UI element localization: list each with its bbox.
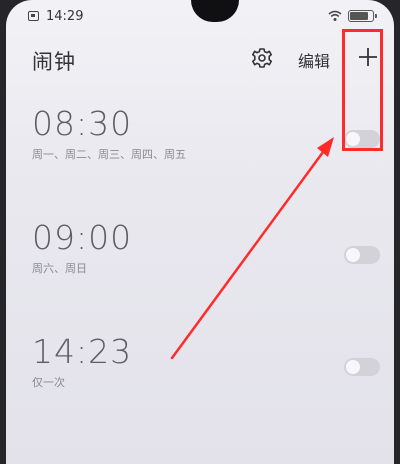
battery-icon — [348, 10, 377, 22]
add-alarm-button[interactable] — [350, 38, 386, 74]
toggle-knob — [346, 248, 360, 262]
alarm-repeat: 周一、周二、周三、周四、周五 — [32, 148, 186, 161]
battery-fill — [350, 12, 369, 20]
toggle-knob — [346, 360, 360, 374]
alarm-item[interactable]: 14:23 仅一次 — [32, 332, 372, 390]
alarm-repeat: 仅一次 — [32, 376, 65, 389]
alarm-toggle[interactable] — [344, 130, 380, 148]
settings-button[interactable] — [250, 46, 274, 70]
alarm-repeat: 周六、周日 — [32, 262, 87, 275]
alarm-time: 14:23 — [32, 332, 133, 371]
gear-icon — [252, 48, 272, 68]
alarm-toggle[interactable] — [344, 358, 380, 376]
page-title: 闹钟 — [32, 50, 76, 74]
sim-icon — [28, 11, 39, 21]
alarm-time: 08:30 — [32, 104, 133, 143]
alarm-item[interactable]: 09:00 周六、周日 — [32, 218, 372, 276]
alarm-toggle[interactable] — [344, 246, 380, 264]
toggle-knob — [346, 132, 360, 146]
wifi-icon — [328, 10, 342, 21]
alarm-item[interactable]: 08:30 周一、周二、周三、周四、周五 — [32, 104, 372, 162]
device-frame: 14:29 闹钟 编辑 08:30 周一、周二、周三、周四、周五 09:00 周… — [0, 0, 400, 464]
plus-icon — [359, 48, 377, 66]
alarm-time: 09:00 — [32, 218, 133, 257]
edit-button[interactable]: 编辑 — [298, 48, 330, 72]
screen: 14:29 闹钟 编辑 08:30 周一、周二、周三、周四、周五 09:00 周… — [6, 0, 394, 464]
status-time: 14:29 — [46, 9, 84, 24]
